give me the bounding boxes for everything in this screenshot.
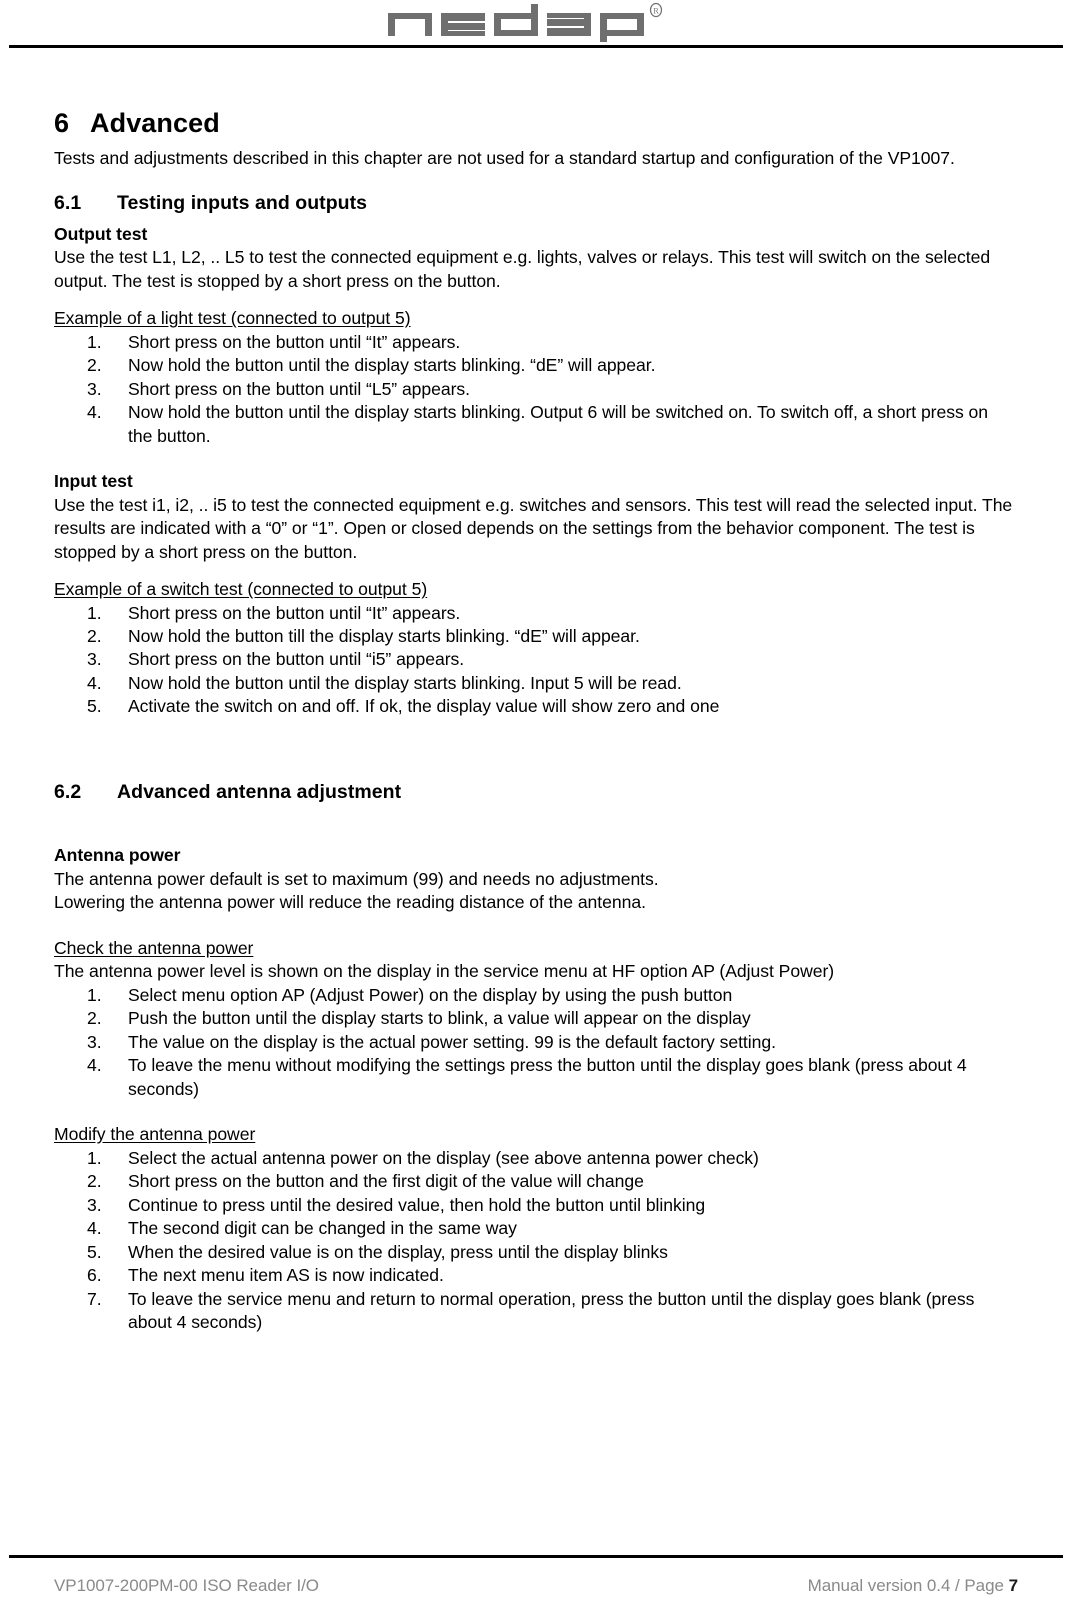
switch-test-example-heading: Example of a switch test (connected to o… <box>54 579 428 600</box>
document-page: R 6 Advanced Tests and adjustments descri… <box>0 0 1072 1608</box>
section-title-6-1: Testing inputs and outputs <box>117 192 368 215</box>
list-item-text: The next menu item AS is now indicated. <box>128 1265 444 1286</box>
light-test-steps: 1. Short press on the button until “It” a… <box>54 331 1016 448</box>
list-item-text: Select the actual antenna power on the d… <box>128 1147 759 1168</box>
page-number: 7 <box>1008 1576 1018 1595</box>
list-item-text: Now hold the button until the display st… <box>128 672 682 693</box>
list-item: 1. Short press on the button until “It” a… <box>54 331 1016 354</box>
list-item: 1. Select menu option AP (Adjust Power) o… <box>54 984 1016 1007</box>
list-item: 4. The second digit can be changed in the… <box>54 1217 1016 1240</box>
header-divider <box>9 45 1063 48</box>
modify-antenna-power-heading: Modify the antenna power <box>54 1124 256 1145</box>
antenna-power-line-2: Lowering the antenna power will reduce t… <box>54 892 646 913</box>
list-item: 2. Short press on the button and the firs… <box>54 1170 1016 1193</box>
list-marker: 6. <box>87 1265 102 1286</box>
list-marker: 2. <box>87 355 102 376</box>
list-item-text: The second digit can be changed in the s… <box>128 1218 517 1239</box>
list-item-text: Short press on the button until “It” app… <box>128 602 461 623</box>
chapter-heading: 6 Advanced <box>54 108 1016 140</box>
list-marker: 3. <box>87 1194 102 1215</box>
list-item: 5. When the desired value is on the displ… <box>54 1241 1016 1264</box>
list-marker: 5. <box>87 696 102 717</box>
list-item: 4. To leave the menu without modifying th… <box>54 1054 1016 1101</box>
list-item-text: Select menu option AP (Adjust Power) on … <box>128 984 733 1005</box>
light-test-example-heading: Example of a light test (connected to ou… <box>54 308 411 329</box>
chapter-intro-paragraph: Tests and adjustments described in this … <box>54 147 955 168</box>
list-item: 2. Now hold the button till the display s… <box>54 625 1016 648</box>
list-marker: 7. <box>87 1288 102 1309</box>
check-antenna-power-steps: 1. Select menu option AP (Adjust Power) o… <box>54 984 1016 1101</box>
list-marker: 2. <box>87 626 102 646</box>
output-test-paragraph: Use the test L1, L2, .. L5 to test the c… <box>54 247 991 291</box>
list-marker: 3. <box>87 649 102 670</box>
list-item: 7. To leave the service menu and return t… <box>54 1288 1016 1335</box>
list-item-text: To leave the service menu and return to … <box>128 1288 975 1333</box>
list-marker: 4. <box>87 402 102 423</box>
list-item-text: Now hold the button till the display sta… <box>128 626 640 646</box>
list-item-text: Short press on the button until “It” app… <box>128 331 461 352</box>
modify-antenna-power-steps: 1. Select the actual antenna power on the… <box>54 1147 1016 1335</box>
footer-version-page: Manual version 0.4 / Page 7 <box>808 1576 1018 1596</box>
input-test-heading: Input test <box>54 471 133 492</box>
list-item: 3. Continue to press until the desired va… <box>54 1194 1016 1217</box>
nedap-logo: R <box>0 2 1072 42</box>
footer-version-text: Manual version 0.4 / Page <box>807 1576 1004 1595</box>
list-item-text: Activate the switch on and off. If ok, t… <box>128 696 720 717</box>
list-marker: 2. <box>87 1008 102 1029</box>
list-item: 3. Short press on the button until “L5” a… <box>54 378 1016 401</box>
list-item: 2. Now hold the button until the display … <box>54 354 1016 377</box>
section-number-6-2: 6.2 <box>54 780 82 803</box>
list-marker: 1. <box>87 331 102 352</box>
section-number-6-1: 6.1 <box>54 192 82 215</box>
list-item-text: Push the button until the display starts… <box>128 1008 751 1029</box>
antenna-power-line-1: The antenna power default is set to maxi… <box>54 868 659 889</box>
list-marker: 4. <box>87 1055 102 1076</box>
list-item-text: Short press on the button until “i5” app… <box>128 649 465 670</box>
chapter-number: 6 <box>54 108 70 138</box>
footer-document-id: VP1007-200PM-00 ISO Reader I/O <box>54 1576 319 1595</box>
check-antenna-power-paragraph: The antenna power level is shown on the … <box>54 961 835 982</box>
list-item-text: Now hold the button until the display st… <box>128 355 656 376</box>
list-marker: 2. <box>87 1171 102 1192</box>
list-marker: 5. <box>87 1241 102 1262</box>
list-item-text: Short press on the button until “L5” app… <box>128 378 471 399</box>
list-item: 3. The value on the display is the actual… <box>54 1031 1016 1054</box>
input-test-paragraph: Use the test i1, i2, .. i5 to test the c… <box>54 494 1013 562</box>
list-item-text: Short press on the button and the first … <box>128 1171 644 1192</box>
page-footer: VP1007-200PM-00 ISO Reader I/O Manual ve… <box>0 1522 1072 1608</box>
list-item: 4. Now hold the button until the display … <box>54 401 1016 448</box>
footer-divider <box>9 1555 1063 1558</box>
list-marker: 3. <box>87 378 102 399</box>
section-heading-6-2: 6.2 Advanced antenna adjustment <box>54 781 1016 804</box>
chapter-title-text: Advanced <box>90 108 220 138</box>
list-item: 1. Select the actual antenna power on the… <box>54 1147 1016 1170</box>
list-marker: 3. <box>87 1031 102 1052</box>
list-item: 2. Push the button until the display star… <box>54 1007 1016 1030</box>
list-item-text: When the desired value is on the display… <box>128 1241 668 1262</box>
list-item: 5. Activate the switch on and off. If ok,… <box>54 695 1016 718</box>
list-item-text: Now hold the button until the display st… <box>128 402 989 446</box>
list-item: 4. Now hold the button until the display … <box>54 672 1016 695</box>
list-item-text: Continue to press until the desired valu… <box>128 1194 706 1215</box>
list-item: 1. Short press on the button until “It” a… <box>54 602 1016 625</box>
output-test-heading: Output test <box>54 223 148 244</box>
check-antenna-power-heading: Check the antenna power <box>54 937 254 958</box>
list-marker: 4. <box>87 672 102 693</box>
section-heading-6-1: 6.1 Testing inputs and outputs <box>54 192 1016 215</box>
list-marker: 1. <box>87 602 102 623</box>
switch-test-steps: 1. Short press on the button until “It” a… <box>54 602 1016 719</box>
page-header: R <box>0 0 1072 52</box>
svg-text:R: R <box>653 7 659 16</box>
document-body: 6 Advanced Tests and adjustments describe… <box>54 108 1016 1335</box>
antenna-power-heading: Antenna power <box>54 845 181 866</box>
list-marker: 1. <box>87 984 102 1005</box>
footer-content: VP1007-200PM-00 ISO Reader I/O Manual ve… <box>54 1576 1018 1596</box>
list-item: 6. The next menu item AS is now indicated… <box>54 1264 1016 1287</box>
list-item: 3. Short press on the button until “i5” a… <box>54 648 1016 671</box>
list-marker: 1. <box>87 1147 102 1168</box>
section-title-6-2: Advanced antenna adjustment <box>117 780 402 803</box>
list-item-text: The value on the display is the actual p… <box>128 1031 776 1052</box>
list-item-text: To leave the menu without modifying the … <box>128 1055 967 1099</box>
list-marker: 4. <box>87 1218 102 1239</box>
